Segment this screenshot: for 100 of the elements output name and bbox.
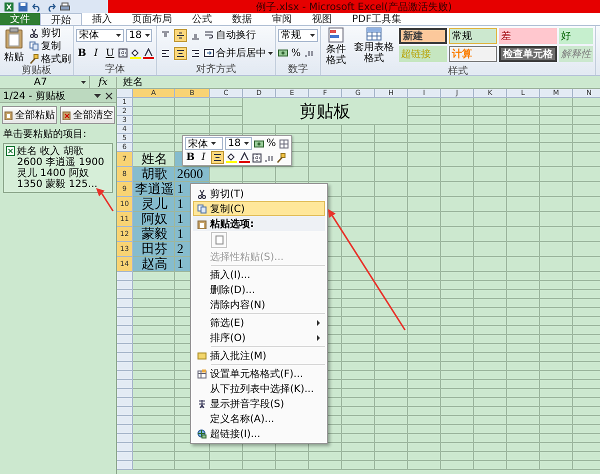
table-cell[interactable] <box>375 335 408 344</box>
table-cell[interactable] <box>133 407 175 416</box>
table-cell[interactable] <box>540 107 573 116</box>
table-cell[interactable] <box>441 290 474 299</box>
table-cell[interactable] <box>441 134 474 143</box>
table-cell[interactable] <box>540 134 573 143</box>
underline-button[interactable]: U <box>104 46 116 60</box>
table-cell[interactable] <box>474 107 507 116</box>
table-cell[interactable] <box>474 344 507 353</box>
table-cell[interactable] <box>474 443 507 452</box>
table-cell[interactable] <box>441 272 474 281</box>
row-header[interactable] <box>117 272 133 281</box>
table-cell[interactable] <box>276 167 309 182</box>
table-cell[interactable] <box>441 143 474 152</box>
table-cell[interactable] <box>474 299 507 308</box>
ribbon-tab[interactable]: 开始 <box>40 13 82 25</box>
table-cell[interactable] <box>342 353 375 362</box>
paste-all-button[interactable]: 全部粘贴 <box>2 106 57 124</box>
row-header[interactable] <box>117 443 133 452</box>
font-name-field[interactable]: 宋体 <box>185 137 223 150</box>
table-cell[interactable] <box>474 416 507 425</box>
table-cell[interactable] <box>133 134 175 143</box>
table-cell[interactable] <box>243 452 276 461</box>
table-cell[interactable] <box>342 389 375 398</box>
table-cell[interactable] <box>375 281 408 290</box>
table-cell[interactable] <box>375 380 408 389</box>
table-cell[interactable] <box>408 167 441 182</box>
table-cell[interactable] <box>474 398 507 407</box>
table-cell[interactable] <box>375 212 408 227</box>
table-cell[interactable] <box>408 257 441 272</box>
table-cell[interactable] <box>441 182 474 197</box>
table-cell[interactable] <box>474 281 507 290</box>
row-header[interactable] <box>117 371 133 380</box>
table-cell[interactable] <box>133 353 175 362</box>
table-cell[interactable] <box>210 116 243 125</box>
table-cell[interactable] <box>375 272 408 281</box>
table-cell[interactable] <box>540 398 573 407</box>
copy-button[interactable]: 复制 <box>29 40 71 52</box>
table-cell[interactable] <box>507 299 540 308</box>
table-cell[interactable] <box>375 353 408 362</box>
table-cell[interactable] <box>133 290 175 299</box>
table-cell[interactable] <box>408 398 441 407</box>
table-cell[interactable] <box>375 317 408 326</box>
table-cell[interactable] <box>474 452 507 461</box>
insert-function-button[interactable]: fx <box>90 76 117 88</box>
table-cell[interactable] <box>276 461 309 470</box>
table-cell[interactable] <box>540 143 573 152</box>
number-format-field[interactable]: 常规 <box>278 28 318 42</box>
table-cell[interactable] <box>175 116 210 125</box>
table-cell[interactable] <box>375 167 408 182</box>
table-cell[interactable] <box>408 326 441 335</box>
table-cell[interactable] <box>507 227 540 242</box>
table-cell[interactable] <box>408 389 441 398</box>
table-cell[interactable] <box>474 98 507 107</box>
table-cell[interactable] <box>375 407 408 416</box>
table-cell[interactable] <box>133 344 175 353</box>
table-cell[interactable] <box>540 389 573 398</box>
table-cell[interactable] <box>507 308 540 317</box>
cell-style-swatch[interactable]: 常规 <box>449 28 497 44</box>
row-header[interactable] <box>117 389 133 398</box>
table-cell[interactable] <box>540 281 573 290</box>
merge-center-button[interactable]: 合并后居中 <box>204 47 273 59</box>
table-cell[interactable] <box>342 362 375 371</box>
table-cell[interactable] <box>540 416 573 425</box>
table-cell[interactable] <box>441 197 474 212</box>
table-cell[interactable] <box>175 107 210 116</box>
table-cell[interactable] <box>507 134 540 143</box>
spreadsheet-logo-icon[interactable] <box>4 2 14 12</box>
table-cell[interactable] <box>540 434 573 443</box>
table-cell[interactable] <box>507 317 540 326</box>
align-center-button[interactable] <box>211 151 224 164</box>
table-cell[interactable] <box>175 452 210 461</box>
table-cell[interactable] <box>408 107 441 116</box>
row-header[interactable] <box>117 326 133 335</box>
table-cell[interactable] <box>507 125 540 134</box>
table-cell[interactable] <box>375 389 408 398</box>
row-header[interactable] <box>117 416 133 425</box>
table-cell[interactable] <box>408 407 441 416</box>
print-icon[interactable] <box>60 2 70 12</box>
table-cell[interactable] <box>507 416 540 425</box>
table-cell[interactable] <box>243 167 276 182</box>
font-size-field[interactable]: 18 <box>225 137 252 150</box>
table-cell[interactable] <box>408 212 441 227</box>
table-cell[interactable] <box>408 242 441 257</box>
table-cell[interactable] <box>342 143 375 152</box>
table-cell[interactable] <box>408 134 441 143</box>
table-cell[interactable] <box>474 272 507 281</box>
table-cell[interactable] <box>507 407 540 416</box>
table-cell[interactable] <box>375 125 408 134</box>
table-cell[interactable] <box>375 308 408 317</box>
table-cell[interactable] <box>375 257 408 272</box>
table-cell[interactable] <box>342 152 375 167</box>
table-cell[interactable] <box>342 125 375 134</box>
table-cell[interactable] <box>474 362 507 371</box>
table-cell[interactable] <box>408 443 441 452</box>
table-cell[interactable] <box>408 371 441 380</box>
table-cell[interactable] <box>210 167 243 182</box>
font-color-icon[interactable] <box>239 152 250 163</box>
table-cell[interactable] <box>408 353 441 362</box>
table-cell[interactable] <box>507 461 540 470</box>
